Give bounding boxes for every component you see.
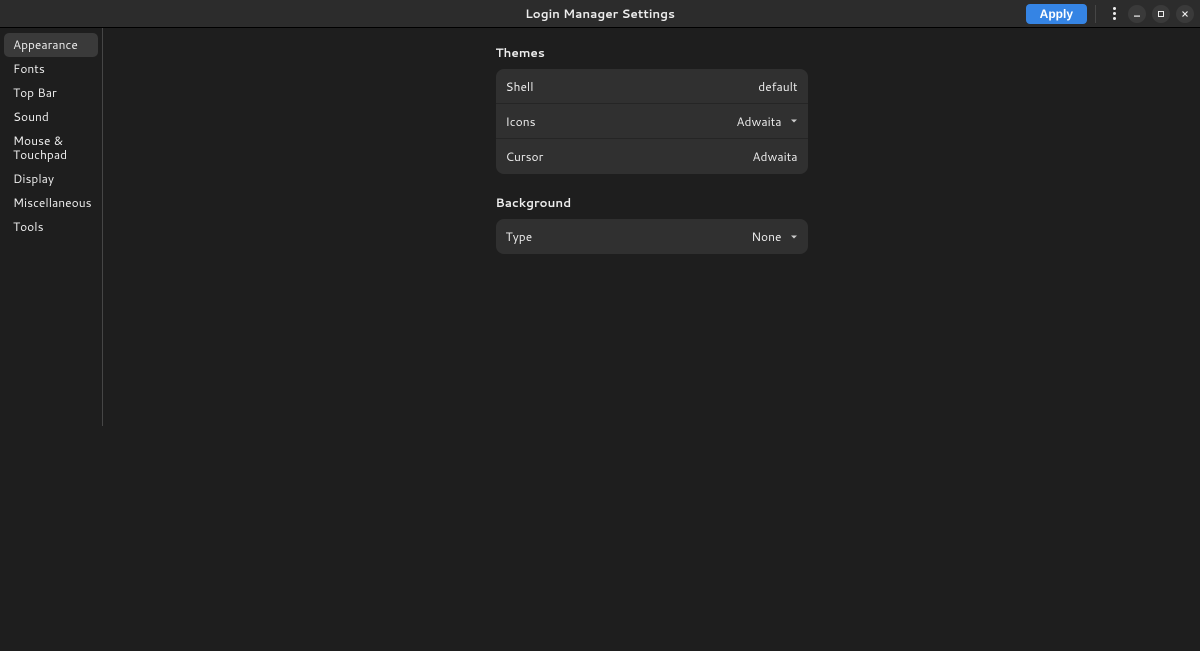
maximize-button[interactable] xyxy=(1152,5,1170,23)
close-icon xyxy=(1181,10,1189,18)
menu-button[interactable] xyxy=(1108,4,1120,24)
row-label: Shell xyxy=(506,78,759,95)
sidebar: Appearance Fonts Top Bar Sound Mouse & T… xyxy=(0,28,103,426)
row-cursor[interactable]: Cursor Adwaita xyxy=(496,139,808,174)
minimize-button[interactable] xyxy=(1128,5,1146,23)
close-button[interactable] xyxy=(1176,5,1194,23)
sidebar-item-appearance[interactable]: Appearance xyxy=(4,33,98,57)
sidebar-item-topbar[interactable]: Top Bar xyxy=(4,81,98,105)
apply-button[interactable]: Apply xyxy=(1026,4,1087,24)
sidebar-item-sound[interactable]: Sound xyxy=(4,105,98,129)
group-rows-themes: Shell default Icons Adwaita Cursor Adwai… xyxy=(496,69,808,174)
maximize-icon xyxy=(1157,10,1165,18)
minimize-icon xyxy=(1133,10,1141,18)
chevron-down-icon xyxy=(790,117,798,125)
content-area: Themes Shell default Icons Adwaita Curso… xyxy=(103,28,1200,651)
sidebar-item-tools[interactable]: Tools xyxy=(4,215,98,239)
group-rows-background: Type None xyxy=(496,219,808,254)
headerbar: Login Manager Settings Apply xyxy=(0,0,1200,28)
row-type[interactable]: Type None xyxy=(496,219,808,254)
sidebar-item-fonts[interactable]: Fonts xyxy=(4,57,98,81)
sidebar-item-label: Mouse & Touchpad xyxy=(13,132,67,163)
chevron-down-icon xyxy=(790,233,798,241)
group-heading-background: Background xyxy=(496,194,808,211)
row-shell[interactable]: Shell default xyxy=(496,69,808,104)
row-label: Cursor xyxy=(506,148,753,165)
row-value: Adwaita xyxy=(752,148,797,165)
sidebar-item-label: Sound xyxy=(13,108,49,125)
row-label: Type xyxy=(506,228,752,245)
body-area: Appearance Fonts Top Bar Sound Mouse & T… xyxy=(0,28,1200,651)
row-value: Adwaita xyxy=(736,113,781,130)
kebab-dot xyxy=(1113,7,1116,10)
header-right: Apply xyxy=(1026,4,1194,24)
row-label: Icons xyxy=(506,113,737,130)
row-value: None xyxy=(751,228,781,245)
row-icons[interactable]: Icons Adwaita xyxy=(496,104,808,139)
sidebar-item-mouse[interactable]: Mouse & Touchpad xyxy=(4,129,98,167)
kebab-dot xyxy=(1113,17,1116,20)
kebab-dot xyxy=(1113,12,1116,15)
sidebar-item-label: Fonts xyxy=(13,60,45,77)
sidebar-item-display[interactable]: Display xyxy=(4,167,98,191)
group-themes: Themes Shell default Icons Adwaita Curso… xyxy=(496,44,808,174)
sidebar-item-label: Tools xyxy=(13,218,44,235)
window-title: Login Manager Settings xyxy=(525,5,675,22)
group-heading-themes: Themes xyxy=(496,44,808,61)
sidebar-item-label: Miscellaneous xyxy=(13,194,92,211)
group-background: Background Type None xyxy=(496,194,808,254)
sidebar-item-misc[interactable]: Miscellaneous xyxy=(4,191,98,215)
row-value: default xyxy=(758,78,797,95)
sidebar-item-label: Display xyxy=(13,170,54,187)
sidebar-item-label: Top Bar xyxy=(13,84,57,101)
header-separator xyxy=(1095,5,1096,23)
sidebar-item-label: Appearance xyxy=(13,36,78,53)
